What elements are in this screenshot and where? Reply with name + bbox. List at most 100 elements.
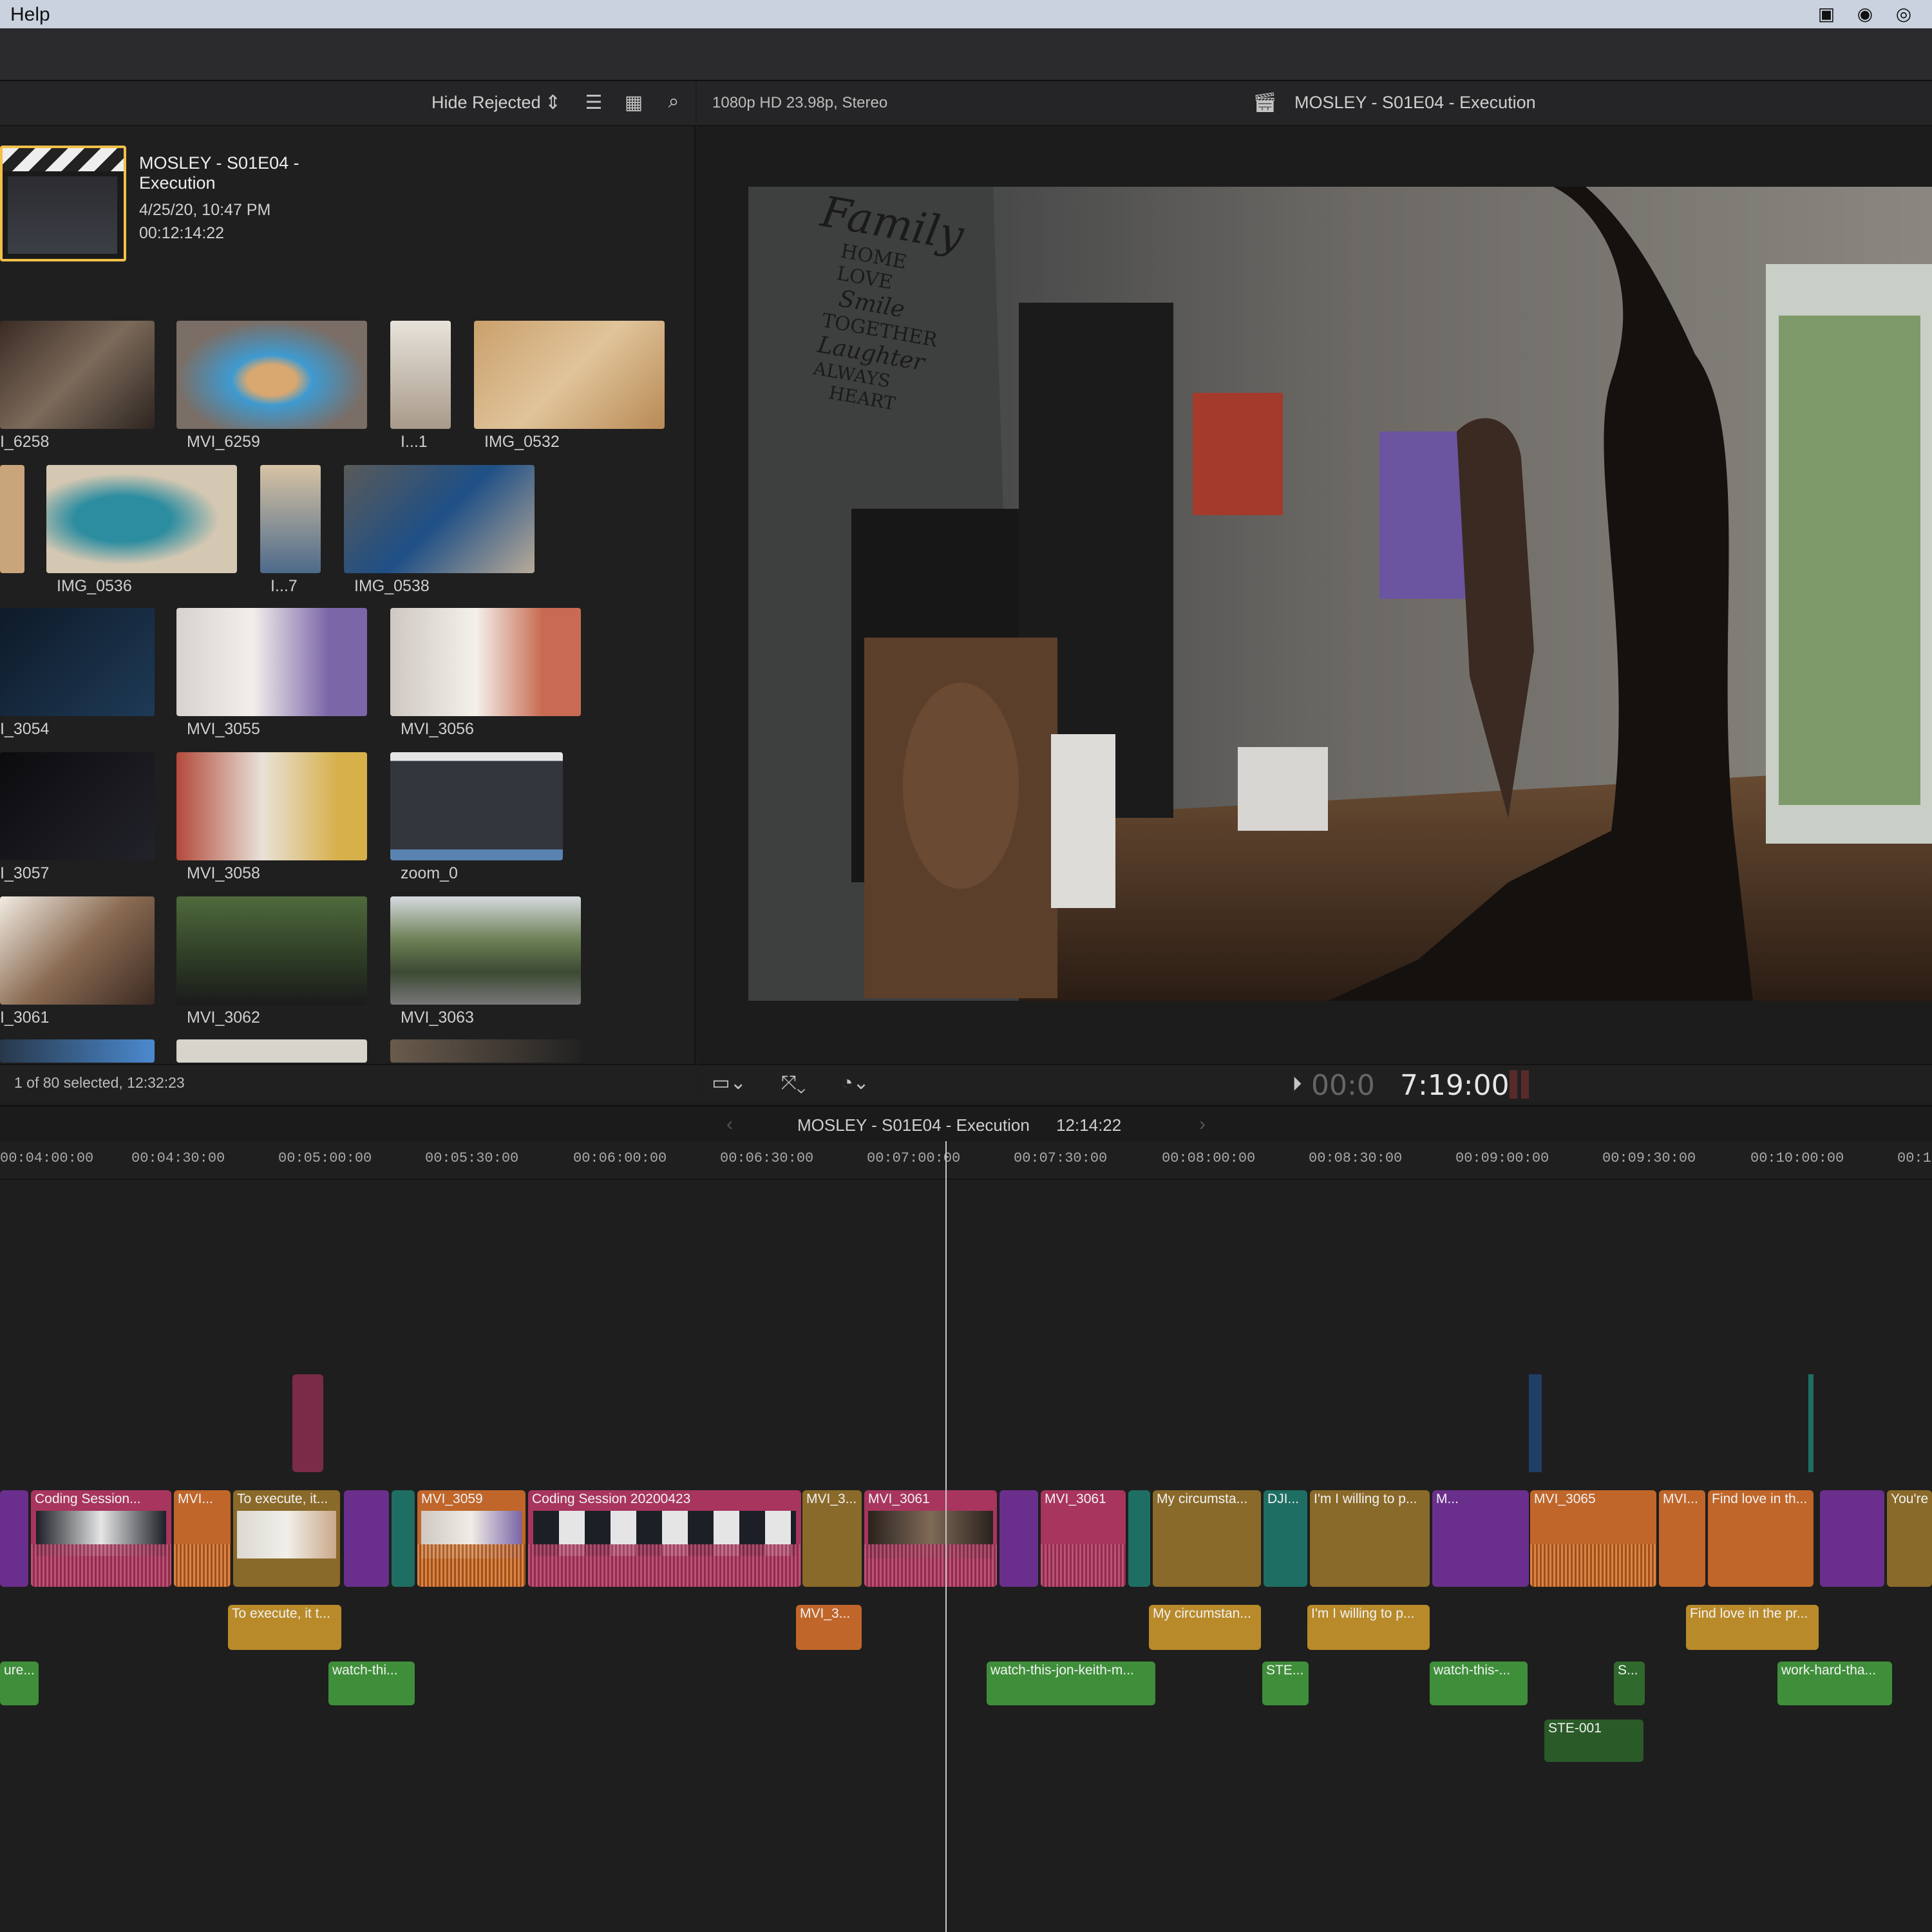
- primary-clip[interactable]: To execute, it...: [233, 1490, 340, 1587]
- video-frame[interactable]: Family HOME LOVE Smile TOGETHER Laughter…: [748, 187, 1932, 1001]
- connected-clip[interactable]: [1529, 1374, 1542, 1472]
- ruler-tick: 00:08:30:00: [1309, 1150, 1403, 1166]
- primary-clip[interactable]: [999, 1490, 1038, 1587]
- clip-thumbnail[interactable]: [390, 752, 563, 860]
- clip-thumbnail[interactable]: [0, 1039, 155, 1063]
- clip-label: IMG_0536: [57, 577, 132, 595]
- primary-clip[interactable]: I'm I willing to p...: [1310, 1490, 1430, 1587]
- primary-clip[interactable]: You're: [1887, 1490, 1932, 1587]
- filmstrip-icon[interactable]: ▦: [621, 90, 647, 116]
- clip-thumbnail[interactable]: [0, 896, 155, 1005]
- primary-clip[interactable]: MVI...: [174, 1490, 231, 1587]
- clip-thumbnail[interactable]: [176, 752, 367, 860]
- music-clip[interactable]: watch-thi...: [328, 1662, 415, 1705]
- timeline-area[interactable]: Coding Session... MVI... To execute, it.…: [0, 1181, 1932, 1932]
- clip-thumbnail[interactable]: [176, 896, 367, 1005]
- primary-clip[interactable]: [0, 1490, 28, 1587]
- music-clip[interactable]: STE-001: [1544, 1719, 1643, 1762]
- primary-clip[interactable]: [1128, 1490, 1150, 1587]
- music-clip[interactable]: ure...: [0, 1662, 39, 1705]
- audio-clip[interactable]: I'm I willing to p...: [1307, 1605, 1430, 1650]
- camera-icon[interactable]: ▣: [1816, 4, 1837, 24]
- clip-thumbnail[interactable]: [390, 321, 451, 429]
- primary-clip[interactable]: [392, 1490, 415, 1587]
- primary-clip[interactable]: Find love in th...: [1708, 1490, 1814, 1587]
- primary-clip[interactable]: MVI_3061: [1041, 1490, 1126, 1587]
- toolbar: [0, 28, 1932, 81]
- primary-clip[interactable]: M...: [1432, 1490, 1529, 1587]
- ruler-tick: 00:05:30:00: [425, 1150, 519, 1166]
- connected-clip[interactable]: [292, 1374, 323, 1472]
- play-icon[interactable]: ⏵: [1284, 1072, 1310, 1097]
- clip-thumbnail[interactable]: [0, 465, 24, 573]
- clip-thumbnail[interactable]: [176, 608, 367, 716]
- primary-clip[interactable]: DJI...: [1264, 1490, 1307, 1587]
- timecode-dim: 00:0: [1311, 1069, 1375, 1102]
- clip-label: MVI_3063: [401, 1009, 474, 1027]
- clip-thumbnail[interactable]: [176, 321, 367, 429]
- viewer-title: MOSLEY - S01E04 - Execution: [1294, 93, 1536, 112]
- search-icon[interactable]: ⌕: [661, 89, 687, 115]
- primary-clip[interactable]: [344, 1490, 389, 1587]
- primary-clip[interactable]: MVI_3065: [1530, 1490, 1656, 1587]
- updown-chevron-icon[interactable]: ⇕: [545, 90, 561, 116]
- ruler-tick: 00:06:30:00: [720, 1150, 814, 1166]
- view-options-icon[interactable]: ▭⌄: [710, 1070, 748, 1096]
- clip-label: MVI_3056: [401, 720, 474, 738]
- clip-thumbnail[interactable]: [176, 1039, 367, 1063]
- timeline-ruler[interactable]: 00:04:00:00 00:04:30:00 00:05:00:00 00:0…: [0, 1141, 1932, 1180]
- clip-thumbnail[interactable]: [46, 465, 237, 573]
- primary-clip[interactable]: MVI_3059: [417, 1490, 526, 1587]
- primary-clip[interactable]: My circumsta...: [1153, 1490, 1261, 1587]
- audio-clip[interactable]: My circumstan...: [1149, 1605, 1261, 1650]
- timeline-project-name: MOSLEY - S01E04 - Execution: [797, 1115, 1030, 1135]
- ruler-tick: 00:1: [1897, 1150, 1931, 1166]
- viewer-header: 1080p HD 23.98p, Stereo 🎬︎ MOSLEY - S01E…: [697, 81, 1932, 126]
- music-clip[interactable]: watch-this-jon-keith-m...: [987, 1662, 1155, 1705]
- clip-thumbnail[interactable]: [344, 465, 535, 573]
- screenshot-icon[interactable]: ◎: [1893, 4, 1914, 24]
- clip-thumbnail[interactable]: [390, 608, 581, 716]
- audio-clip[interactable]: To execute, it t...: [228, 1605, 341, 1650]
- primary-clip[interactable]: MVI_3...: [802, 1490, 862, 1587]
- clip-thumbnail[interactable]: [474, 321, 665, 429]
- clip-thumbnail[interactable]: [390, 896, 581, 1005]
- browser-header: Hide Rejected ⇕ ☰ ▦ ⌕: [0, 81, 696, 126]
- clip-thumbnail[interactable]: [390, 1039, 581, 1063]
- playhead[interactable]: [945, 1141, 947, 1932]
- project-thumbnail[interactable]: [0, 146, 126, 261]
- clip-label: zoom_0: [401, 864, 458, 882]
- primary-clip[interactable]: Coding Session 20200423: [528, 1490, 801, 1587]
- filter-popup[interactable]: Hide Rejected: [431, 93, 541, 113]
- connected-clip[interactable]: [1808, 1374, 1814, 1472]
- ruler-tick: 00:10:00:00: [1750, 1150, 1844, 1166]
- ruler-tick: 00:05:00:00: [278, 1150, 372, 1166]
- list-view-icon[interactable]: ☰: [581, 90, 607, 116]
- primary-clip[interactable]: MVI...: [1659, 1490, 1705, 1587]
- menu-help[interactable]: Help: [10, 4, 50, 26]
- browser-footer: 1 of 80 selected, 12:32:23: [0, 1064, 696, 1101]
- menu-bar: Help ▣ ◉ ◎: [0, 0, 1932, 28]
- retime-icon[interactable]: ◔⌄: [836, 1070, 875, 1096]
- music-clip[interactable]: S...: [1614, 1662, 1645, 1705]
- clip-thumbnail[interactable]: [0, 608, 155, 716]
- clip-thumbnail[interactable]: [0, 321, 155, 429]
- clip-thumbnail[interactable]: [0, 752, 155, 860]
- clip-thumbnail[interactable]: [260, 465, 321, 573]
- primary-clip[interactable]: Coding Session...: [31, 1490, 171, 1587]
- audio-clip[interactable]: Find love in the pr...: [1686, 1605, 1819, 1650]
- music-clip[interactable]: watch-this-...: [1430, 1662, 1528, 1705]
- primary-clip[interactable]: MVI_3061: [864, 1490, 997, 1587]
- back-chevron-icon[interactable]: ‹: [720, 1112, 739, 1137]
- clip-label: I_3061: [0, 1009, 50, 1027]
- ruler-tick: 00:04:00:00: [0, 1150, 94, 1166]
- screen-record-icon[interactable]: ◉: [1855, 4, 1875, 24]
- transform-tool-icon[interactable]: ⤧⌄: [774, 1070, 813, 1096]
- forward-chevron-icon[interactable]: ›: [1193, 1112, 1212, 1137]
- clip-label: MVI_3062: [187, 1009, 260, 1027]
- ruler-tick: 00:09:30:00: [1602, 1150, 1696, 1166]
- primary-clip[interactable]: [1820, 1490, 1884, 1587]
- audio-clip[interactable]: MVI_3...: [796, 1605, 862, 1650]
- music-clip[interactable]: STE...: [1262, 1662, 1309, 1705]
- music-clip[interactable]: work-hard-tha...: [1777, 1662, 1892, 1705]
